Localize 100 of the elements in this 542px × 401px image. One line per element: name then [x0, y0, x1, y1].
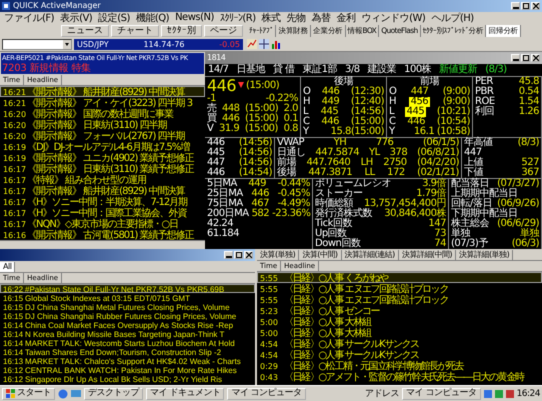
news-tab[interactable]: All [0, 262, 16, 272]
start-button[interactable]: スタート [2, 388, 55, 400]
news-tab[interactable]: 決算詳細(単独) [456, 250, 514, 260]
news-row[interactable]: 0:29 〈日経〉○松工精・元国立科学博物館長が死去 [257, 360, 542, 372]
news-row[interactable]: 0:43 〈日経〉○アメフト・監督の篠竹幹夫氏死去――日大の黄金時 [257, 371, 542, 382]
quote-cell: 447.5874 [315, 148, 360, 158]
app-icon [2, 2, 10, 10]
news-row[interactable]: 16:17《開示情報》 日東紡(3110) 業績予想修正 [0, 162, 205, 174]
headline-cell: 《開示情報》 アイ・ケイ(3223) 四半期 3 [27, 98, 192, 107]
maximize-button[interactable] [521, 2, 530, 10]
news-row[interactable]: 16:17《H》ソニー中間：国際工業協会、外資 [0, 206, 205, 218]
news-row[interactable]: 5:00 〈日経〉○人事 大林組 [257, 327, 542, 338]
news-row[interactable]: 16:19《DJ》DJ-オールアデル4-6月期は7.5%増 [0, 140, 205, 152]
news-row[interactable]: 5:55 〈日経〉○人事 エヌエフ回路設計ブロック [257, 294, 542, 306]
quote-cell: 61.184 [207, 228, 239, 239]
minimize-button[interactable] [224, 251, 233, 260]
minimize-button[interactable] [511, 2, 520, 10]
news-row[interactable]: 5:55 〈日経〉○人事 エヌエフ回路設計ブロック [257, 283, 542, 294]
menu-item[interactable]: ｽｸﾘｰﾝ(R) [220, 12, 256, 24]
news-row[interactable]: 16:20《開示情報》 日東紡(3110) 四半期 [0, 118, 205, 130]
headline-cell: 〈日経〉○人事 サークルKサンクス [284, 339, 419, 348]
menu-item[interactable]: ファイル(F) [4, 10, 54, 25]
taskbar-item[interactable]: マイ コンピュータ [227, 388, 306, 400]
quote-cell: 445 [320, 106, 338, 117]
news-row[interactable]: 16:12 Singapore Dlr Up As Local Bk Sells USD; 2-Yr Yield Ris [0, 374, 255, 384]
time-cell-text: 16:16 [2, 230, 27, 239]
news-row[interactable]: 16:15 Global Stock Indexes at 03:15 EDT/0715 GMT [0, 293, 255, 302]
news-row[interactable]: 16:21《開示情報》 船井財産(8929) 中間決算 [0, 86, 205, 97]
news-row[interactable]: 16:19《開示情報》 ユニカ(4902) 業績予想修正 [0, 152, 205, 163]
maximize-icon [236, 252, 242, 258]
scrollbar[interactable] [0, 240, 205, 250]
menu-item[interactable]: 株式 [262, 10, 281, 25]
bar-chart-icon[interactable] [271, 38, 281, 49]
quote-cell: 上期期中配当日 [451, 188, 518, 199]
minimize-button[interactable] [511, 54, 520, 62]
quote-cell: (9:00) [442, 96, 470, 107]
menu-item[interactable]: 為替 [312, 10, 331, 25]
news-row[interactable]: 5:55 〈日経〉○人事 くろがねや [257, 272, 542, 284]
news-row[interactable]: 4:54 〈日経〉○人事 サークルKサンクス [257, 338, 542, 350]
menu-item[interactable]: 設定(S) [98, 10, 130, 25]
browser-icon[interactable] [58, 388, 68, 399]
news-row[interactable]: 16:21《開示情報》 アイ・ケイ(3223) 四半期 3 [0, 96, 205, 108]
address-field[interactable]: マイ コンピュータ [402, 388, 481, 400]
news-row[interactable]: 16:12 CENTRAL BANK WATCH: Pakistan In For More Rate Hikes [0, 365, 255, 374]
news-row[interactable]: 16:17《H》ソニー中間：半期決算、7-12月期 [0, 196, 205, 207]
taskbar-item[interactable]: マイ ドキュメント [146, 388, 224, 400]
quote-cell: -23.36% [272, 208, 310, 219]
maximize-button[interactable] [234, 251, 243, 260]
news-row[interactable]: 16:14 MARKET TALK: Westcomb Starts Luzhou Biochem At Hold [0, 338, 255, 348]
menu-item[interactable]: 金利 [336, 10, 356, 25]
news-tab[interactable]: 決算(単独) [257, 250, 300, 260]
quote-cell: 前場 [277, 158, 296, 168]
quote-cell: 42.24 [207, 218, 234, 229]
news-row[interactable]: 16:13 MARKET TALK: Chalco's Support At HK$4.02 Weak - Charts [0, 356, 255, 366]
news-tab[interactable]: 決算(中間) [299, 250, 342, 260]
quote-cell: 回転/落日 [451, 198, 492, 209]
headline-cell: 《開示情報》 フォーバル(2767) 四半期 [27, 130, 185, 140]
news-row[interactable]: 16:15 DJ China Shanghai Metal Futures Closing Prices, Volume [0, 302, 255, 312]
news-row[interactable]: 16:15 DJ China Shanghai Rubber Futures Closing Prices, Volume [0, 311, 255, 320]
news-row[interactable]: 16:16《開示情報》 古河電(5801) 業績予想修正 [0, 228, 205, 240]
menu-item[interactable]: 機能(Q) [136, 10, 170, 25]
quote-cell: (14:56) [238, 148, 272, 158]
close-button[interactable] [244, 251, 253, 260]
taskbar-item[interactable]: デスクトップ [84, 388, 143, 400]
ticker-value: 114.74-76 [143, 40, 185, 49]
news-row[interactable]: 5:23 〈日経〉○人事 ゼンコー [257, 305, 542, 316]
toolbar-button[interactable]: ページ [204, 24, 243, 37]
news-row[interactable]: 16:14 N Korea Building Missile Bases Targeting Japan-Think T [0, 329, 255, 338]
headline-cell: 《NQN》◇東京市場の主要指標・○日 [27, 218, 178, 228]
menu-item[interactable]: ウィンドウ(W) [362, 10, 426, 25]
quote-cell: 利回 [475, 106, 494, 117]
news-row[interactable]: 16:14 Taiwan Shares End Down;Tourism, Construction Slip -2 [0, 347, 255, 356]
grid-icon[interactable] [259, 38, 269, 49]
quote-cell: (06/6/29) [497, 218, 539, 229]
news-tab[interactable]: 決算詳細(中間) [398, 250, 456, 260]
menu-item[interactable]: 先物 [286, 10, 306, 25]
toolbar-button[interactable]: ｾｸﾀｰ別 [161, 24, 202, 37]
close-button[interactable] [531, 54, 540, 62]
news-tab[interactable]: 決算詳細(連結) [342, 250, 399, 260]
close-button[interactable] [531, 2, 540, 10]
quote-cell: 446 [222, 114, 240, 124]
news-row[interactable]: 16:17《開示情報》 船井財産(8929) 中間決算 [0, 184, 205, 196]
news-row[interactable]: 16:20《開示情報》 フォーバル(2767) 四半期 [0, 130, 205, 141]
headline-cell: 《開示情報》 古河電(5801) 業績予想修正 [27, 230, 194, 239]
maximize-button[interactable] [521, 54, 530, 62]
menu-item[interactable]: 表示(V) [60, 10, 92, 25]
news-row[interactable]: 16:17《特報》 組み合わせ型の運用 [0, 174, 205, 185]
quote-cell: (14:56) [238, 158, 272, 168]
news-row[interactable]: 4:54 〈日経〉○人事 サークルKサンクス [257, 349, 542, 360]
toolbar-button[interactable]: チャート [111, 24, 159, 37]
menu-item[interactable]: News(N) [175, 12, 214, 24]
toolbar-button[interactable]: ニュース [61, 24, 109, 37]
news-row[interactable]: 16:20《開示情報》 国際の数社週間に事業 [0, 108, 205, 119]
chart-icon[interactable] [247, 38, 257, 49]
session-title: 前場 [420, 76, 439, 87]
dropdown-field[interactable] [2, 38, 72, 50]
news-row[interactable]: 5:00 〈日経〉○人事 大林組 [257, 316, 542, 328]
menu-item[interactable]: ヘルプ(H) [431, 10, 474, 25]
news-row[interactable]: 16:17《NQN》◇東京市場の主要指標・○日 [0, 218, 205, 229]
news-row[interactable]: 16:14 China Coal Market Faces Oversupply As Stocks Rise -Rep [0, 320, 255, 330]
